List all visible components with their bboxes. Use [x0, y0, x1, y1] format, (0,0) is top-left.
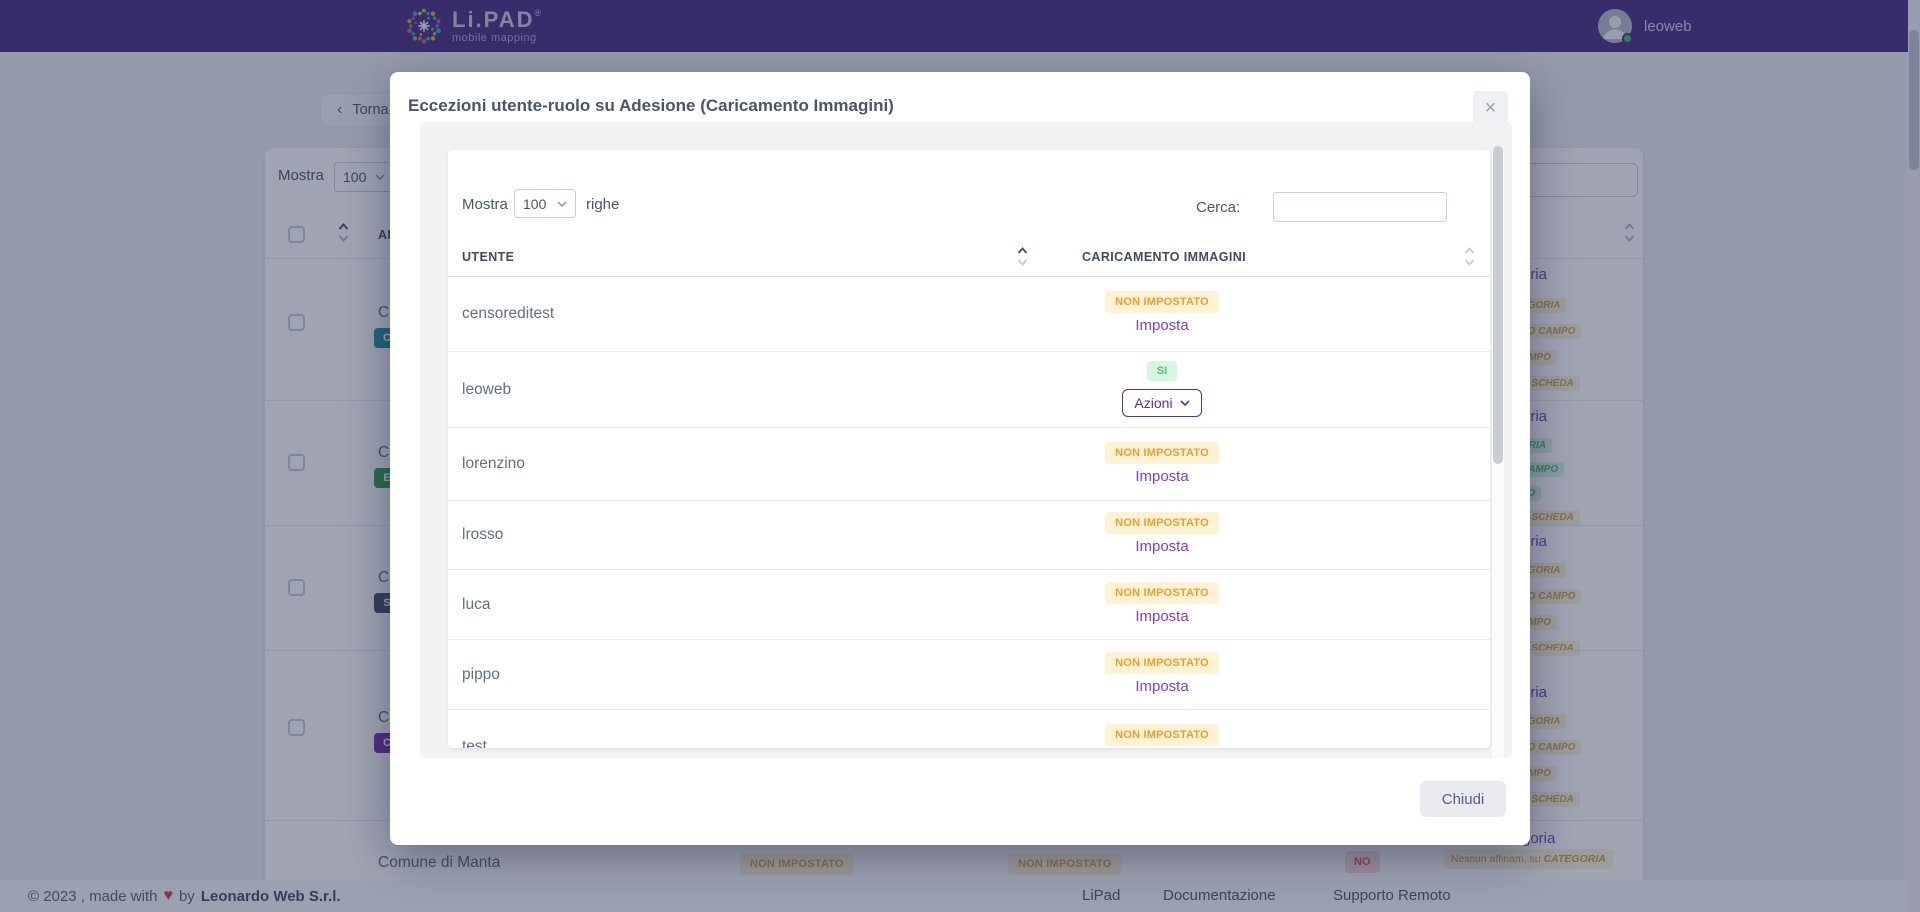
- table-row: leoweb SI Azioni: [448, 352, 1490, 428]
- status-cell: NON IMPOSTATO Imposta: [1082, 428, 1242, 485]
- modal-search-input[interactable]: [1273, 192, 1447, 222]
- chevron-down-icon: [557, 201, 567, 207]
- column-header-caricamento[interactable]: CARICAMENTO IMMAGINI: [1082, 250, 1246, 264]
- sort-icons-utente[interactable]: [1017, 246, 1028, 273]
- exceptions-modal: Eccezioni utente-ruolo su Adesione (Cari…: [390, 72, 1530, 845]
- modal-title: Eccezioni utente-ruolo su Adesione (Cari…: [408, 96, 894, 116]
- table-row: lorenzino NON IMPOSTATO Imposta: [448, 428, 1490, 501]
- user-cell: pippo: [462, 666, 500, 684]
- status-badge: NON IMPOSTATO: [1105, 652, 1219, 674]
- close-icon[interactable]: ×: [1473, 91, 1508, 124]
- imposta-link[interactable]: Imposta: [1082, 468, 1242, 485]
- modal-table-card: Mostra 100 righe Cerca: UTENTE CARICAMEN…: [448, 150, 1490, 748]
- sort-icons-caricamento[interactable]: [1464, 246, 1475, 273]
- status-cell: NON IMPOSTATO: [1082, 710, 1242, 746]
- modal-scroll-panel: Mostra 100 righe Cerca: UTENTE CARICAMEN…: [420, 122, 1512, 758]
- modal-show-label: Mostra: [462, 196, 508, 213]
- imposta-link[interactable]: Imposta: [1082, 317, 1242, 334]
- table-row: censoreditest NON IMPOSTATO Imposta: [448, 277, 1490, 352]
- chiudi-button[interactable]: Chiudi: [1420, 781, 1506, 817]
- table-row: pippo NON IMPOSTATO Imposta: [448, 640, 1490, 710]
- status-cell: NON IMPOSTATO Imposta: [1082, 570, 1242, 625]
- modal-scrollbar[interactable]: [1492, 150, 1504, 758]
- azioni-label: Azioni: [1134, 395, 1172, 411]
- user-cell: test: [462, 738, 487, 748]
- status-cell: SI Azioni: [1082, 352, 1242, 417]
- status-cell: NON IMPOSTATO Imposta: [1082, 640, 1242, 695]
- user-cell: lorenzino: [462, 455, 525, 473]
- user-cell: luca: [462, 596, 490, 614]
- status-badge: NON IMPOSTATO: [1105, 442, 1219, 464]
- modal-page-size-value: 100: [523, 196, 546, 212]
- status-badge: NON IMPOSTATO: [1105, 512, 1219, 534]
- status-badge: NON IMPOSTATO: [1105, 582, 1219, 604]
- modal-rows-label: righe: [586, 196, 619, 213]
- modal-search-label: Cerca:: [1196, 199, 1240, 216]
- status-badge: NON IMPOSTATO: [1105, 724, 1219, 746]
- user-cell: censoreditest: [462, 305, 554, 323]
- status-cell: NON IMPOSTATO Imposta: [1082, 277, 1242, 334]
- table-row: lrosso NON IMPOSTATO Imposta: [448, 501, 1490, 570]
- column-header-utente[interactable]: UTENTE: [462, 250, 514, 264]
- status-cell: NON IMPOSTATO Imposta: [1082, 501, 1242, 555]
- modal-scrollbar-thumb[interactable]: [1493, 146, 1503, 464]
- status-badge-si: SI: [1147, 361, 1177, 381]
- user-cell: lrosso: [462, 526, 503, 544]
- table-row: luca NON IMPOSTATO Imposta: [448, 570, 1490, 640]
- modal-page-size-select[interactable]: 100: [514, 189, 576, 218]
- status-badge: NON IMPOSTATO: [1105, 291, 1219, 313]
- imposta-link[interactable]: Imposta: [1082, 608, 1242, 625]
- table-row: test NON IMPOSTATO: [448, 710, 1490, 748]
- imposta-link[interactable]: Imposta: [1082, 538, 1242, 555]
- chevron-down-icon: [1180, 400, 1190, 406]
- azioni-dropdown-button[interactable]: Azioni: [1122, 389, 1201, 417]
- user-cell: leoweb: [462, 381, 511, 399]
- imposta-link[interactable]: Imposta: [1082, 678, 1242, 695]
